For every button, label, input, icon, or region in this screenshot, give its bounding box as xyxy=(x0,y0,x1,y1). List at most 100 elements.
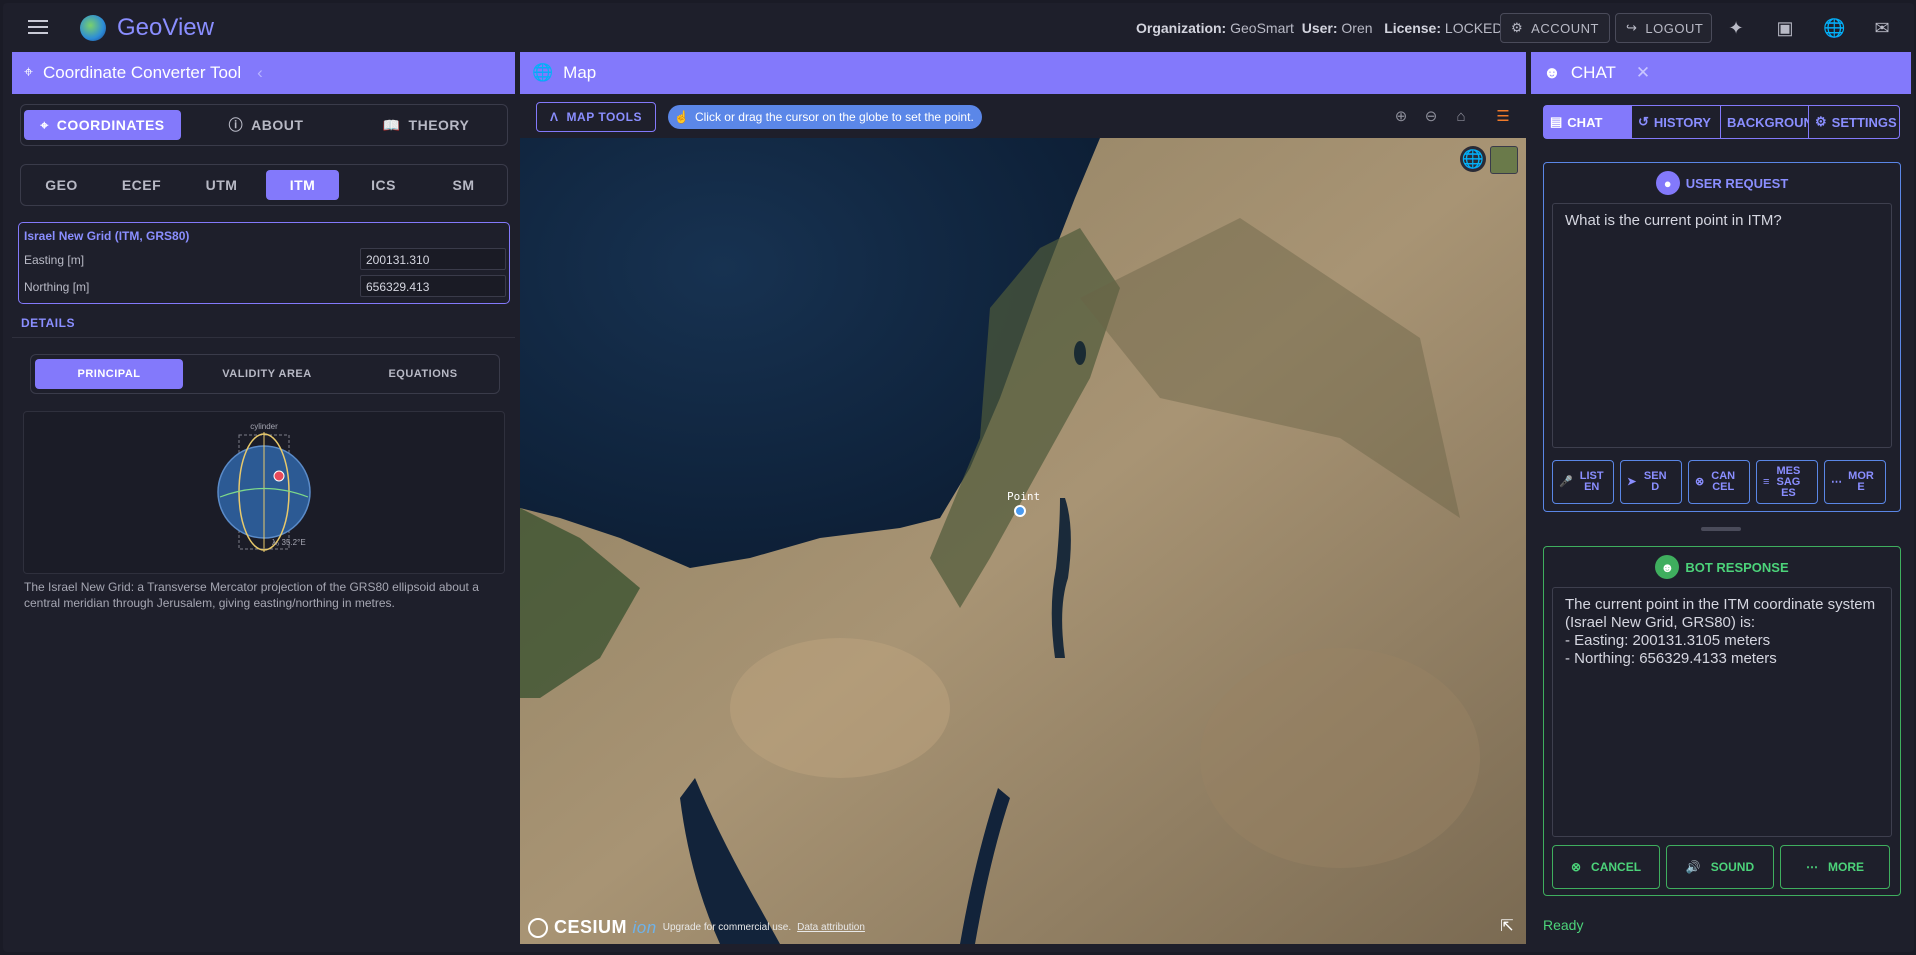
robot-icon: ☻ xyxy=(1655,555,1680,579)
tab-history[interactable]: ↺ HISTORY xyxy=(1632,106,1721,138)
tab-sm[interactable]: SM xyxy=(427,170,500,200)
more-request-button[interactable]: ⋯ MOR E xyxy=(1824,460,1886,504)
tab-label: SETTINGS xyxy=(1831,114,1897,130)
tab-ics[interactable]: ICS xyxy=(347,170,420,200)
tab-ecef[interactable]: ECEF xyxy=(105,170,178,200)
cesium-brand: CESIUM ion xyxy=(554,917,657,937)
touch-icon: ☝ xyxy=(674,110,689,124)
user-request-title: ● USER REQUEST xyxy=(1544,171,1900,195)
northing-field[interactable]: 656329.413 xyxy=(360,275,506,297)
monitor-icon[interactable]: ▣ xyxy=(1774,17,1796,39)
button-label: SOUND xyxy=(1710,860,1755,874)
tab-theory[interactable]: 📖 THEORY xyxy=(351,110,501,140)
resize-handle[interactable] xyxy=(1701,527,1741,531)
speaker-icon: 🔊 xyxy=(1685,860,1701,874)
itm-title: Israel New Grid (ITM, GRS80) xyxy=(24,229,190,243)
button-label: MES SAG ES xyxy=(1776,464,1801,499)
gear-icon: ⚙ xyxy=(1815,114,1827,129)
user-icon: ● xyxy=(1655,171,1680,195)
account-icon: ⚙ xyxy=(1511,20,1524,35)
account-button[interactable]: ⚙ ACCOUNT xyxy=(1500,13,1610,43)
tab-background[interactable]: BACKGROUND xyxy=(1721,106,1809,138)
license-label: License: xyxy=(1384,20,1442,36)
info-icon: ⓘ xyxy=(228,117,244,133)
request-input[interactable]: What is the current point in ITM? xyxy=(1552,203,1892,448)
language-globe-icon[interactable]: 🌐 xyxy=(1823,17,1845,39)
easting-field[interactable]: 200131.310 xyxy=(360,248,506,270)
send-button[interactable]: ➤ SEN D xyxy=(1620,460,1682,504)
button-label: LIST EN xyxy=(1579,470,1604,493)
messages-button[interactable]: ≡ MES SAG ES xyxy=(1756,460,1818,504)
tab-equations[interactable]: EQUATIONS xyxy=(349,359,497,389)
map-tools-button[interactable]: Λ MAP TOOLS xyxy=(536,102,656,132)
data-attribution-link[interactable]: Data attribution xyxy=(797,922,865,933)
tab-label: THEORY xyxy=(408,117,470,133)
tab-label: CHAT xyxy=(1567,114,1603,130)
user-request-box: ● USER REQUEST What is the current point… xyxy=(1543,162,1901,512)
cylinder-projection-svg: cylinder λ₀ 35.2°E xyxy=(217,422,311,552)
globe-logo-icon xyxy=(80,15,106,41)
tab-chat[interactable]: ▤ CHAT xyxy=(1544,106,1632,138)
chat-tabs: ▤ CHAT ↺ HISTORY BACKGROUND ⚙ SETTINGS xyxy=(1543,105,1900,139)
cylinder-label: cylinder xyxy=(250,422,278,431)
cesium-logo-icon xyxy=(528,917,548,938)
tab-itm[interactable]: ITM xyxy=(266,170,339,200)
button-label: CANCEL xyxy=(1591,860,1642,874)
listen-button[interactable]: 🎤 LIST EN xyxy=(1552,460,1614,504)
close-icon[interactable]: ✕ xyxy=(1636,63,1650,83)
response-text: The current point in the ITM coordinate … xyxy=(1552,587,1892,837)
map-tools-label: MAP TOOLS xyxy=(566,110,642,124)
tab-about[interactable]: ⓘ ABOUT xyxy=(191,110,341,140)
projection-diagram: cylinder λ₀ 35.2°E xyxy=(23,411,505,574)
sparkle-icon[interactable]: ✦ xyxy=(1725,17,1747,39)
northing-label: Northing [m] xyxy=(24,280,90,294)
sound-button[interactable]: 🔊 SOUND xyxy=(1666,845,1774,889)
logout-icon: ↪ xyxy=(1626,20,1638,35)
button-label: MORE xyxy=(1828,860,1864,874)
zoom-in-icon[interactable]: ⊕ xyxy=(1392,108,1410,126)
bot-response-label: BOT RESPONSE xyxy=(1685,559,1789,575)
cesium-credits: CESIUM ion Upgrade for commercial use. D… xyxy=(528,917,865,938)
message-icon[interactable]: ✉ xyxy=(1871,17,1893,39)
tab-principal[interactable]: PRINCIPAL xyxy=(35,359,183,389)
org-value: GeoSmart xyxy=(1230,20,1294,36)
more-response-button[interactable]: ⋯ MORE xyxy=(1780,845,1890,889)
satellite-imagery xyxy=(520,138,1526,944)
org-label: Organization: xyxy=(1136,20,1227,36)
home-icon[interactable]: ⌂ xyxy=(1452,108,1470,126)
map-toolbar: Λ MAP TOOLS ☝ Click or drag the cursor o… xyxy=(520,94,1526,138)
fullscreen-icon[interactable]: ⇱ xyxy=(1496,916,1518,938)
history-icon: ↺ xyxy=(1638,114,1649,129)
itm-coordinates-box: Israel New Grid (ITM, GRS80) Easting [m]… xyxy=(18,222,510,304)
arabian-desert xyxy=(1200,648,1480,868)
detail-tabs: PRINCIPAL VALIDITY AREA EQUATIONS xyxy=(30,354,500,394)
point-marker[interactable] xyxy=(1014,505,1026,517)
button-label: CANCEL xyxy=(1711,470,1736,493)
tab-validity-area[interactable]: VALIDITY AREA xyxy=(193,359,341,389)
globe-mode-icon[interactable]: 🌐 xyxy=(1460,146,1486,172)
zoom-out-icon[interactable]: ⊖ xyxy=(1422,108,1440,126)
more-dots-icon: ⋯ xyxy=(1831,475,1842,488)
hint-chip: ☝ Click or drag the cursor on the globe … xyxy=(668,105,982,129)
book-icon: 📖 xyxy=(382,116,401,133)
cancel-request-button[interactable]: ⊗ CAN CEL xyxy=(1688,460,1750,504)
divider xyxy=(12,337,515,338)
menu-icon[interactable] xyxy=(28,20,48,34)
layers-icon[interactable]: ☰ xyxy=(1494,108,1512,126)
tab-utm[interactable]: UTM xyxy=(185,170,258,200)
tab-settings[interactable]: ⚙ SETTINGS xyxy=(1809,106,1899,138)
tab-geo[interactable]: GEO xyxy=(25,170,98,200)
account-label: ACCOUNT xyxy=(1531,20,1599,36)
globe-map-view[interactable]: Point 🌐 CESIUM ion Upgrade for commercia… xyxy=(520,138,1526,944)
tab-label: BACKGROUND xyxy=(1727,114,1808,130)
globe-icon: 🌐 xyxy=(532,63,554,82)
cancel-response-button[interactable]: ⊗ CANCEL xyxy=(1552,845,1660,889)
app-title: GeoView xyxy=(117,14,214,41)
base-layer-picker[interactable] xyxy=(1490,146,1518,174)
tab-coordinates[interactable]: ⌖ COORDINATES xyxy=(24,110,181,140)
hint-text: Click or drag the cursor on the globe to… xyxy=(694,110,974,124)
app-window: GeoView Organization: GeoSmart User: Ore… xyxy=(3,3,1914,952)
collapse-chevron-icon[interactable]: ‹ xyxy=(257,63,263,83)
converter-title: Coordinate Converter Tool xyxy=(43,63,242,82)
logout-button[interactable]: ↪ LOGOUT xyxy=(1615,13,1712,43)
